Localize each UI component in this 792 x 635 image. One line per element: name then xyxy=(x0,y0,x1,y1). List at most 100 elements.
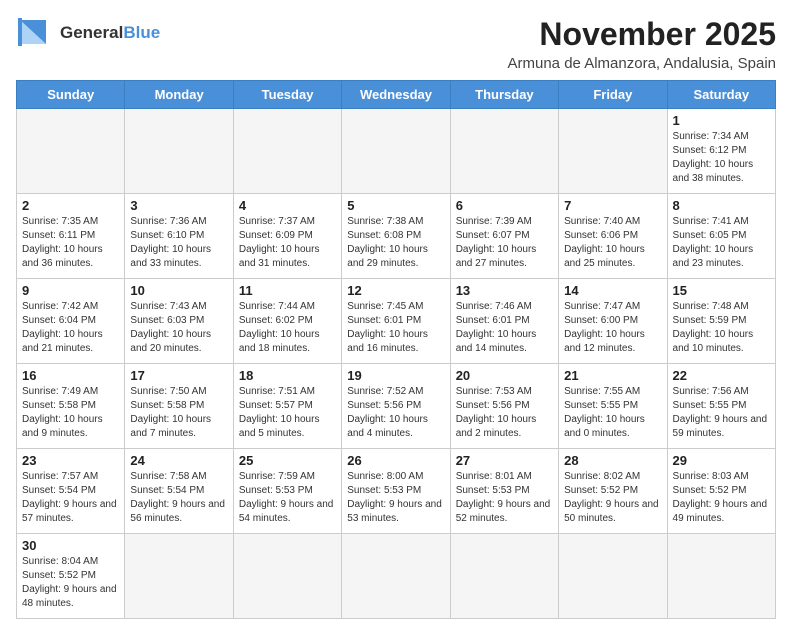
day-number: 14 xyxy=(564,283,661,298)
calendar-day-cell: 15Sunrise: 7:48 AMSunset: 5:59 PMDayligh… xyxy=(667,279,775,364)
day-number: 24 xyxy=(130,453,227,468)
day-info: Sunrise: 7:45 AMSunset: 6:01 PMDaylight:… xyxy=(347,300,444,356)
calendar-day-cell: 29 Sunrise: 8:03 AMSunset: 5:52 PMDayligh… xyxy=(667,449,775,534)
calendar-day-cell: 4 Sunrise: 7:37 AMSunset: 6:09 PMDaylight… xyxy=(233,194,341,279)
day-of-week-header: Wednesday xyxy=(342,81,450,109)
calendar-day-cell xyxy=(342,109,450,194)
day-number: 10 xyxy=(130,283,227,298)
day-info: Sunrise: 8:04 AMSunset: 5:52 PMDaylight:… xyxy=(22,555,119,611)
day-info: Sunrise: 7:37 AMSunset: 6:09 PMDaylight:… xyxy=(239,215,336,271)
page-subtitle: Armuna de Almanzora, Andalusia, Spain xyxy=(508,55,777,72)
day-info: Sunrise: 7:53 AMSunset: 5:56 PMDaylight:… xyxy=(456,385,553,441)
day-info: Sunrise: 7:50 AMSunset: 5:58 PMDaylight:… xyxy=(130,385,227,441)
calendar-day-cell xyxy=(559,109,667,194)
calendar-day-cell xyxy=(342,534,450,619)
calendar-day-cell xyxy=(125,109,233,194)
calendar-day-cell: 13 Sunrise: 7:46 AMSunset: 6:01 PMDayligh… xyxy=(450,279,558,364)
day-number: 4 xyxy=(239,198,336,213)
calendar-table: SundayMondayTuesdayWednesdayThursdayFrid… xyxy=(16,80,776,619)
day-number: 21 xyxy=(564,368,661,383)
calendar-day-cell: 14 Sunrise: 7:47 AMSunset: 6:00 PMDayligh… xyxy=(559,279,667,364)
calendar-day-cell xyxy=(450,109,558,194)
calendar-day-cell: 28Sunrise: 8:02 AMSunset: 5:52 PMDayligh… xyxy=(559,449,667,534)
day-of-week-header: Friday xyxy=(559,81,667,109)
day-info: Sunrise: 7:47 AMSunset: 6:00 PMDaylight:… xyxy=(564,300,661,356)
day-number: 12 xyxy=(347,283,444,298)
calendar-day-cell: 8 Sunrise: 7:41 AMSunset: 6:05 PMDaylight… xyxy=(667,194,775,279)
calendar-day-cell: 23Sunrise: 7:57 AMSunset: 5:54 PMDayligh… xyxy=(17,449,125,534)
day-number: 8 xyxy=(673,198,770,213)
logo-blue: Blue xyxy=(123,23,160,42)
day-number: 3 xyxy=(130,198,227,213)
day-number: 5 xyxy=(347,198,444,213)
calendar-day-cell: 22 Sunrise: 7:56 AMSunset: 5:55 PMDayligh… xyxy=(667,364,775,449)
day-info: Sunrise: 7:34 AMSunset: 6:12 PMDaylight:… xyxy=(673,130,770,186)
calendar-week-row: 1 Sunrise: 7:34 AMSunset: 6:12 PMDaylight… xyxy=(17,109,776,194)
day-number: 16 xyxy=(22,368,119,383)
day-number: 9 xyxy=(22,283,119,298)
calendar-day-cell: 5 Sunrise: 7:38 AMSunset: 6:08 PMDaylight… xyxy=(342,194,450,279)
day-info: Sunrise: 7:52 AMSunset: 5:56 PMDaylight:… xyxy=(347,385,444,441)
day-number: 30 xyxy=(22,538,119,553)
day-info: Sunrise: 7:56 AMSunset: 5:55 PMDaylight:… xyxy=(673,385,770,441)
calendar-day-cell: 26 Sunrise: 8:00 AMSunset: 5:53 PMDayligh… xyxy=(342,449,450,534)
day-info: Sunrise: 7:46 AMSunset: 6:01 PMDaylight:… xyxy=(456,300,553,356)
day-number: 7 xyxy=(564,198,661,213)
day-number: 25 xyxy=(239,453,336,468)
day-number: 13 xyxy=(456,283,553,298)
calendar-week-row: 9 Sunrise: 7:42 AMSunset: 6:04 PMDaylight… xyxy=(17,279,776,364)
calendar-day-cell xyxy=(667,534,775,619)
calendar-day-cell xyxy=(233,534,341,619)
calendar-day-cell xyxy=(233,109,341,194)
day-info: Sunrise: 7:51 AMSunset: 5:57 PMDaylight:… xyxy=(239,385,336,441)
day-number: 22 xyxy=(673,368,770,383)
day-of-week-header: Monday xyxy=(125,81,233,109)
calendar-week-row: 30 Sunrise: 8:04 AMSunset: 5:52 PMDayligh… xyxy=(17,534,776,619)
calendar-day-cell xyxy=(125,534,233,619)
day-info: Sunrise: 8:03 AMSunset: 5:52 PMDaylight:… xyxy=(673,470,770,526)
calendar-day-cell xyxy=(450,534,558,619)
day-number: 2 xyxy=(22,198,119,213)
day-of-week-header: Sunday xyxy=(17,81,125,109)
calendar-day-cell: 11Sunrise: 7:44 AMSunset: 6:02 PMDayligh… xyxy=(233,279,341,364)
page-title: November 2025 xyxy=(508,16,777,53)
day-info: Sunrise: 7:42 AMSunset: 6:04 PMDaylight:… xyxy=(22,300,119,356)
calendar-day-cell: 21Sunrise: 7:55 AMSunset: 5:55 PMDayligh… xyxy=(559,364,667,449)
day-info: Sunrise: 7:35 AMSunset: 6:11 PMDaylight:… xyxy=(22,215,119,271)
day-of-week-header: Saturday xyxy=(667,81,775,109)
calendar-week-row: 16Sunrise: 7:49 AMSunset: 5:58 PMDayligh… xyxy=(17,364,776,449)
day-info: Sunrise: 7:39 AMSunset: 6:07 PMDaylight:… xyxy=(456,215,553,271)
day-number: 6 xyxy=(456,198,553,213)
calendar-day-cell: 24Sunrise: 7:58 AMSunset: 5:54 PMDayligh… xyxy=(125,449,233,534)
day-number: 18 xyxy=(239,368,336,383)
calendar-day-cell: 1 Sunrise: 7:34 AMSunset: 6:12 PMDaylight… xyxy=(667,109,775,194)
calendar-day-cell: 6 Sunrise: 7:39 AMSunset: 6:07 PMDaylight… xyxy=(450,194,558,279)
day-number: 17 xyxy=(130,368,227,383)
calendar-day-cell: 19 Sunrise: 7:52 AMSunset: 5:56 PMDayligh… xyxy=(342,364,450,449)
day-number: 26 xyxy=(347,453,444,468)
day-info: Sunrise: 7:40 AMSunset: 6:06 PMDaylight:… xyxy=(564,215,661,271)
day-info: Sunrise: 7:57 AMSunset: 5:54 PMDaylight:… xyxy=(22,470,119,526)
day-info: Sunrise: 7:43 AMSunset: 6:03 PMDaylight:… xyxy=(130,300,227,356)
calendar-week-row: 23Sunrise: 7:57 AMSunset: 5:54 PMDayligh… xyxy=(17,449,776,534)
day-number: 19 xyxy=(347,368,444,383)
day-number: 15 xyxy=(673,283,770,298)
day-info: Sunrise: 7:41 AMSunset: 6:05 PMDaylight:… xyxy=(673,215,770,271)
calendar-day-cell: 2 Sunrise: 7:35 AMSunset: 6:11 PMDaylight… xyxy=(17,194,125,279)
day-info: Sunrise: 7:38 AMSunset: 6:08 PMDaylight:… xyxy=(347,215,444,271)
calendar-day-cell xyxy=(17,109,125,194)
day-number: 1 xyxy=(673,113,770,128)
day-info: Sunrise: 8:01 AMSunset: 5:53 PMDaylight:… xyxy=(456,470,553,526)
calendar-day-cell: 12 Sunrise: 7:45 AMSunset: 6:01 PMDayligh… xyxy=(342,279,450,364)
day-number: 29 xyxy=(673,453,770,468)
calendar-day-cell: 7 Sunrise: 7:40 AMSunset: 6:06 PMDaylight… xyxy=(559,194,667,279)
day-info: Sunrise: 8:00 AMSunset: 5:53 PMDaylight:… xyxy=(347,470,444,526)
day-of-week-header: Thursday xyxy=(450,81,558,109)
day-number: 11 xyxy=(239,283,336,298)
day-number: 20 xyxy=(456,368,553,383)
calendar-day-cell: 3Sunrise: 7:36 AMSunset: 6:10 PMDaylight… xyxy=(125,194,233,279)
day-number: 28 xyxy=(564,453,661,468)
calendar-day-cell: 16Sunrise: 7:49 AMSunset: 5:58 PMDayligh… xyxy=(17,364,125,449)
calendar-day-cell xyxy=(559,534,667,619)
day-number: 27 xyxy=(456,453,553,468)
